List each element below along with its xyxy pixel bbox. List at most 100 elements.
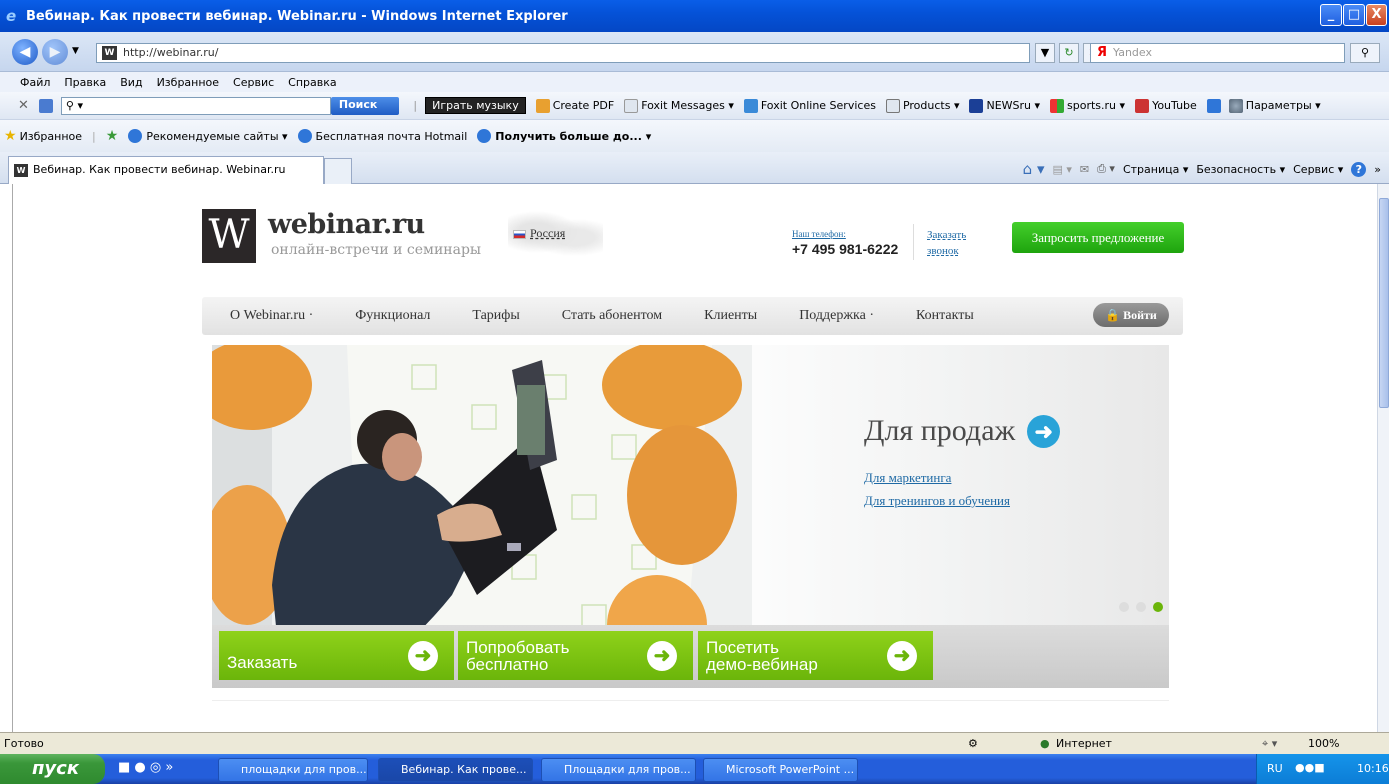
logo-mark[interactable]: W — [202, 209, 256, 263]
play-music-button[interactable]: Играть музыку — [425, 97, 526, 114]
help-icon[interactable]: ? — [1351, 161, 1367, 177]
toolbar-search-input[interactable]: ⚲ ▾ — [60, 96, 331, 115]
phone-label[interactable]: Наш телефон: — [792, 229, 846, 239]
youtube-label: YouTube — [1152, 99, 1197, 112]
task-item-4[interactable]: Microsoft PowerPoint ... — [703, 758, 858, 782]
foxit-messages-label: Foxit Messages ▾ — [641, 99, 734, 112]
tools-menu[interactable]: Сервис ▾ — [1293, 163, 1343, 176]
zoom-level[interactable]: 100% — [1308, 737, 1339, 750]
close-toolbar-icon[interactable]: ✕ — [18, 98, 29, 113]
start-button[interactable]: пуск — [0, 754, 105, 784]
banner-title[interactable]: Для продаж ➜ — [864, 414, 1061, 448]
more-addons-link[interactable]: Получить больше до... ▾ — [477, 129, 651, 143]
refresh-icon[interactable]: ↻ — [1059, 43, 1079, 63]
tab-webinar[interactable]: W Вебинар. Как провести вебинар. Webinar… — [8, 156, 324, 184]
nav-clients[interactable]: Клиенты — [704, 308, 757, 324]
slide-dot-2[interactable] — [1136, 602, 1146, 612]
task-item-1[interactable]: площадки для пров... — [218, 758, 368, 782]
close-button[interactable]: X — [1366, 4, 1387, 26]
nav-features[interactable]: Функционал — [355, 308, 430, 324]
menu-edit[interactable]: Правка — [64, 76, 106, 89]
nav-pricing[interactable]: Тарифы — [472, 308, 519, 324]
back-button[interactable]: ◀ — [12, 39, 38, 65]
login-button[interactable]: 🔒 Войти — [1093, 303, 1169, 327]
foxit-messages-button[interactable]: Foxit Messages ▾ — [624, 98, 734, 113]
task-item-2[interactable]: Вебинар. Как прове... — [378, 758, 533, 782]
toolbar-edit-icon[interactable] — [38, 98, 53, 113]
foxit-online-label: Foxit Online Services — [760, 99, 876, 112]
start-label: пуск — [32, 758, 80, 779]
chevron-more-icon[interactable]: » — [1374, 163, 1381, 176]
newsru-label: NEWSru ▾ — [986, 99, 1041, 112]
logo-name[interactable]: webinar.ru — [268, 209, 425, 240]
menu-favorites[interactable]: Избранное — [157, 76, 219, 89]
zoom-icon[interactable]: ⌖ ▾ — [1262, 737, 1277, 751]
arrow-right-icon[interactable]: ➜ — [1027, 414, 1061, 448]
request-offer-button[interactable]: Запросить предложение — [1012, 222, 1184, 253]
home-icon[interactable]: ⌂ ▾ — [1023, 160, 1045, 178]
cta-order-line1: Заказать — [227, 653, 298, 672]
maximize-button[interactable]: □ — [1343, 4, 1365, 26]
forward-button[interactable]: ▶ — [42, 39, 68, 65]
search-icon[interactable]: ⚲ — [1350, 43, 1380, 63]
hotmail-link[interactable]: Бесплатная почта Hotmail — [297, 129, 468, 143]
new-tab-button[interactable] — [324, 158, 352, 184]
nav-contacts[interactable]: Контакты — [916, 308, 974, 324]
cta-trial-line2: бесплатно — [466, 654, 549, 674]
tray-icons[interactable]: ●●■ — [1295, 761, 1325, 774]
protected-mode-icon[interactable]: ⚙ — [968, 737, 978, 750]
nav-support[interactable]: Поддержка · — [799, 308, 874, 324]
nav-about[interactable]: О Webinar.ru · — [230, 308, 313, 324]
create-pdf-button[interactable]: Create PDF — [535, 98, 614, 113]
link-training[interactable]: Для тренингов и обучения — [864, 493, 1010, 509]
favorites-button[interactable]: ★ Избранное — [4, 128, 82, 144]
slide-dot-1[interactable] — [1119, 602, 1129, 612]
more-addons-label: Получить больше до... ▾ — [495, 129, 652, 143]
recommended-sites-link[interactable]: Рекомендуемые сайты ▾ — [128, 129, 288, 143]
nav-subscribe[interactable]: Стать абонентом — [562, 308, 662, 324]
link-marketing[interactable]: Для маркетинга — [864, 470, 951, 486]
url-dropdown-icon[interactable]: ▼ — [1035, 43, 1055, 63]
products-button[interactable]: Products ▾ — [885, 98, 959, 113]
arrow-right-icon: ➜ — [647, 641, 677, 671]
more-chevron-icon[interactable] — [1206, 98, 1221, 113]
cta-order-button[interactable]: Заказать ➜ — [219, 631, 454, 680]
cta-demo-button[interactable]: Посетить демо-вебинар ➜ — [698, 631, 933, 680]
menu-view[interactable]: Вид — [120, 76, 142, 89]
feeds-icon[interactable]: ▤ ▾ — [1052, 163, 1071, 176]
vertical-scrollbar[interactable] — [1377, 184, 1389, 732]
security-menu[interactable]: Безопасность ▾ — [1196, 163, 1285, 176]
menu-tools[interactable]: Сервис — [233, 76, 274, 89]
add-favorite-icon[interactable]: ★ — [106, 128, 119, 144]
fav-separator: | — [92, 129, 96, 143]
site-favicon: W — [14, 164, 28, 177]
search-input[interactable]: Я Yandex — [1090, 43, 1345, 63]
ask-toolbar: ✕ ⚲ ▾ Поиск | Играть музыку Create PDF F… — [0, 92, 1389, 120]
youtube-button[interactable]: YouTube — [1135, 98, 1197, 113]
quicklaunch-icons[interactable]: ■ ● ◎ » — [118, 760, 173, 775]
hotmail-label: Бесплатная почта Hotmail — [315, 129, 468, 143]
print-icon[interactable]: ⎙ ▾ — [1097, 162, 1115, 176]
callback-link[interactable]: Заказать звонок — [927, 227, 966, 259]
scrollbar-thumb[interactable] — [1379, 198, 1389, 408]
ie-page-icon — [477, 129, 492, 143]
history-dropdown-icon[interactable]: ▼ — [72, 46, 79, 56]
url-field[interactable]: W http://webinar.ru/ — [96, 43, 1030, 63]
sportsru-button[interactable]: sports.ru ▾ — [1050, 98, 1125, 113]
url-text: http://webinar.ru/ — [123, 46, 219, 59]
page-menu[interactable]: Страница ▾ — [1123, 163, 1188, 176]
toolbar-search-button[interactable]: Поиск — [330, 96, 400, 115]
newsru-button[interactable]: NEWSru ▾ — [969, 98, 1041, 113]
menu-file[interactable]: Файл — [20, 76, 50, 89]
foxit-online-button[interactable]: Foxit Online Services — [743, 98, 876, 113]
cta-trial-button[interactable]: Попробовать бесплатно ➜ — [458, 631, 693, 680]
parameters-button[interactable]: Параметры ▾ — [1228, 98, 1321, 113]
region-selector[interactable]: Россия — [513, 226, 565, 241]
slide-dot-3[interactable] — [1153, 602, 1163, 612]
menu-help[interactable]: Справка — [288, 76, 336, 89]
mail-icon[interactable]: ✉ — [1080, 163, 1089, 176]
task-item-3[interactable]: Площадки для пров... — [541, 758, 696, 782]
minimize-button[interactable]: _ — [1320, 4, 1342, 26]
security-zone[interactable]: Интернет — [1056, 737, 1112, 750]
language-indicator[interactable]: RU — [1267, 762, 1283, 775]
